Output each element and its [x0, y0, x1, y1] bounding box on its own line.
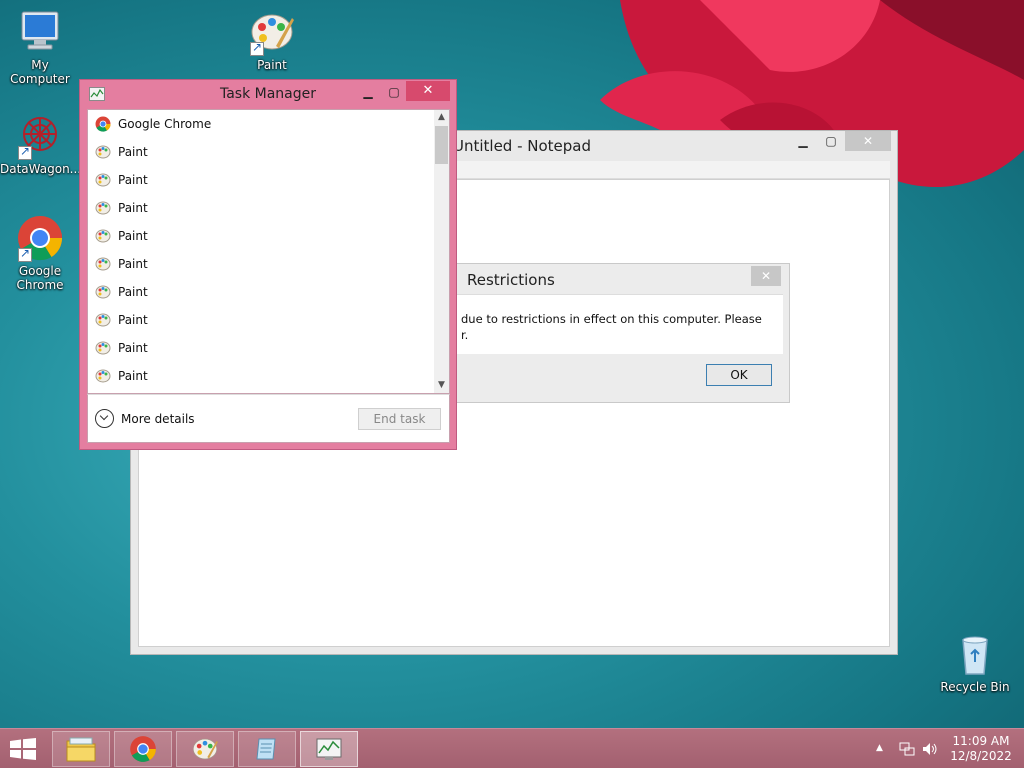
ok-button[interactable]: OK — [706, 364, 772, 386]
process-row[interactable]: Paint — [88, 166, 434, 194]
paint-icon — [95, 341, 111, 355]
process-name: Paint — [118, 285, 148, 299]
desktop-icon-label: Google Chrome — [16, 264, 64, 292]
start-button[interactable] — [8, 738, 38, 760]
scroll-up-icon[interactable]: ▲ — [434, 110, 449, 125]
desktop-icon-label: Recycle Bin — [940, 680, 1010, 694]
windows-logo-icon — [10, 738, 36, 760]
process-list-scrollbar[interactable]: ▲ ▼ — [434, 110, 449, 393]
close-button[interactable]: ✕ — [845, 131, 891, 151]
datawagon-icon — [16, 112, 64, 160]
clock-time: 11:09 AM — [952, 734, 1010, 748]
process-name: Paint — [118, 145, 148, 159]
desktop-icon-label: DataWagon... — [0, 162, 82, 176]
minimize-button[interactable]: ▁ — [789, 131, 817, 151]
process-name: Paint — [118, 229, 148, 243]
paint-icon — [95, 313, 111, 327]
process-name: Paint — [118, 257, 148, 271]
process-row[interactable]: Paint — [88, 222, 434, 250]
dialog-close-button[interactable]: ✕ — [751, 266, 781, 286]
taskbar-file-explorer[interactable] — [52, 731, 110, 767]
paint-icon — [95, 229, 111, 243]
taskbar-chrome[interactable] — [114, 731, 172, 767]
process-row[interactable]: Paint — [88, 334, 434, 362]
taskbar-notepad[interactable] — [238, 731, 296, 767]
end-task-button[interactable]: End task — [358, 408, 441, 430]
chrome-icon — [95, 116, 111, 132]
notepad-icon — [256, 738, 276, 760]
chrome-icon — [16, 214, 64, 262]
taskbar-task-manager[interactable] — [300, 731, 358, 767]
process-row[interactable]: Paint — [88, 138, 434, 166]
maximize-button[interactable]: ▢ — [380, 82, 408, 102]
file-explorer-icon — [66, 737, 96, 762]
minimize-button[interactable]: ▁ — [354, 82, 382, 102]
desktop-icon-paint[interactable]: Paint — [232, 8, 312, 72]
process-name: Paint — [118, 173, 148, 187]
desktop-icon-recycle-bin[interactable]: Recycle Bin — [935, 630, 1015, 694]
scroll-down-icon[interactable]: ▼ — [434, 378, 449, 393]
desktop-icon-my-computer[interactable]: My Computer — [0, 8, 80, 86]
process-row[interactable]: Google Chrome — [88, 110, 434, 138]
taskbar-paint[interactable] — [176, 731, 234, 767]
task-manager-window[interactable]: Task Manager ▁ ▢ ✕ Google Chrome Paint P… — [79, 79, 457, 450]
paint-icon — [193, 738, 218, 760]
taskbar-clock[interactable]: 11:09 AM 12/8/2022 — [950, 734, 1012, 764]
dialog-body: due to restrictions in effect on this co… — [441, 294, 783, 354]
more-details-label: More details — [121, 411, 195, 426]
paint-icon — [95, 369, 111, 383]
show-hidden-icons-button[interactable]: ▲ — [876, 743, 883, 753]
dialog-message-line: r. — [461, 328, 469, 342]
dialog-message-line: due to restrictions in effect on this co… — [461, 312, 762, 326]
paint-icon — [95, 201, 111, 215]
dialog-title: Restrictions — [467, 271, 555, 289]
more-details-button[interactable]: More details — [95, 409, 195, 428]
chrome-icon — [130, 736, 156, 762]
process-list[interactable]: Google Chrome Paint Paint Paint Paint Pa… — [87, 109, 450, 394]
dialog-message: due to restrictions in effect on this co… — [461, 311, 781, 343]
paint-icon — [95, 285, 111, 299]
clock-date: 12/8/2022 — [950, 749, 1012, 763]
taskbar: ▲ 11:09 AM 12/8/2022 — [0, 728, 1024, 768]
recycle-bin-icon — [951, 630, 999, 678]
scrollbar-thumb[interactable] — [435, 126, 448, 164]
chevron-down-icon — [95, 409, 114, 428]
desktop-icon-label: Paint — [257, 58, 287, 72]
process-row[interactable]: Paint — [88, 250, 434, 278]
process-name: Paint — [118, 313, 148, 327]
desktop-icon-google-chrome[interactable]: Google Chrome — [0, 214, 80, 292]
close-button[interactable]: ✕ — [406, 81, 450, 101]
maximize-button[interactable]: ▢ — [817, 131, 845, 151]
restrictions-dialog[interactable]: Restrictions ✕ due to restrictions in ef… — [440, 263, 790, 403]
process-row[interactable]: Paint — [88, 278, 434, 306]
process-name: Paint — [118, 369, 148, 383]
computer-icon — [16, 8, 64, 56]
desktop-icon-label: My Computer — [10, 58, 70, 86]
process-row[interactable]: Paint — [88, 194, 434, 222]
task-manager-icon — [316, 738, 342, 760]
paint-icon — [95, 257, 111, 271]
paint-icon — [95, 145, 111, 159]
notepad-title: Untitled - Notepad — [453, 137, 592, 155]
paint-icon — [248, 8, 296, 56]
process-name: Paint — [118, 201, 148, 215]
process-name: Paint — [118, 341, 148, 355]
network-icon[interactable] — [898, 740, 916, 758]
process-row[interactable]: Paint — [88, 362, 434, 390]
process-row[interactable]: Paint — [88, 306, 434, 334]
desktop-icon-datawagon[interactable]: DataWagon... — [0, 112, 82, 176]
volume-icon[interactable] — [921, 740, 939, 758]
process-name: Google Chrome — [118, 117, 212, 131]
task-manager-footer: More details End task — [87, 394, 450, 443]
paint-icon — [95, 173, 111, 187]
